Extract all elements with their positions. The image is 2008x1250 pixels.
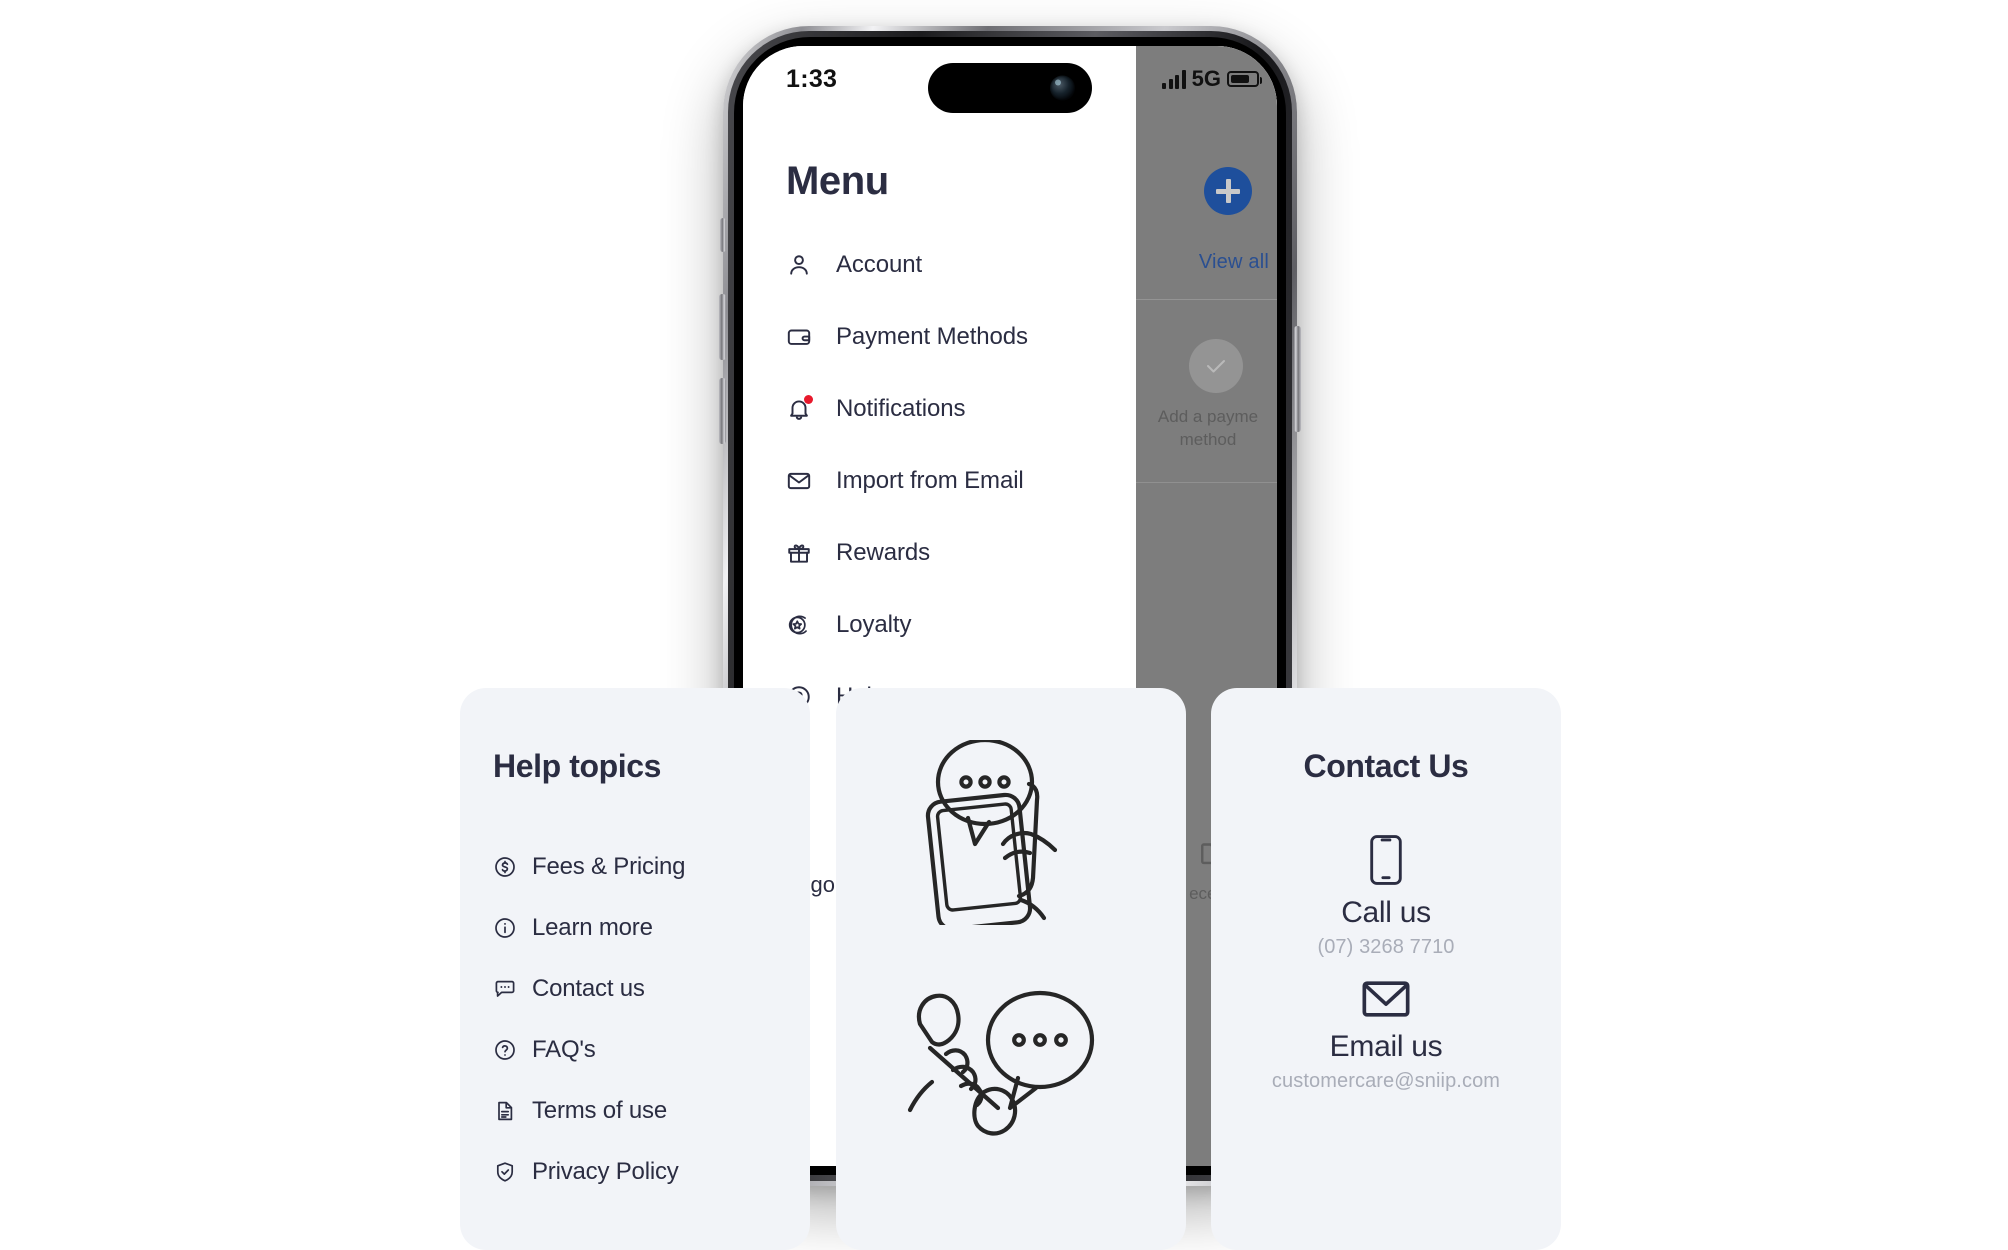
mobile-phone-icon xyxy=(1211,834,1561,886)
help-item-learn-more[interactable]: Learn more xyxy=(493,897,783,958)
battery-icon xyxy=(1227,71,1262,87)
info-circle-icon xyxy=(493,916,517,940)
illustration-card xyxy=(836,688,1186,1250)
screenshot-root: View all Add a paymemethod eceip xyxy=(0,0,2008,1250)
hand-holding-telephone-handset-with-speech-bubble-illustration xyxy=(836,978,1186,1153)
menu-item-label: Import from Email xyxy=(836,467,1024,494)
power-button[interactable] xyxy=(1294,326,1301,432)
volume-up-button[interactable] xyxy=(719,294,726,360)
menu-item-rewards[interactable]: Rewards xyxy=(786,517,1116,589)
menu-item-account[interactable]: Account xyxy=(786,229,1116,301)
menu-item-payment-methods[interactable]: Payment Methods xyxy=(786,301,1116,373)
divider xyxy=(1136,299,1277,300)
envelope-icon xyxy=(1211,978,1561,1020)
card-title: Help topics xyxy=(493,748,662,784)
chat-bubble-icon xyxy=(493,977,517,1001)
help-item-label: Fees & Pricing xyxy=(532,852,686,880)
gift-icon xyxy=(786,540,812,566)
help-topics-card: Help topics Fees & Pricing Learn more Co… xyxy=(460,688,810,1250)
wallet-icon xyxy=(786,324,812,350)
shield-check-icon xyxy=(493,1160,517,1184)
menu-item-label: Loyalty xyxy=(836,611,912,638)
menu-item-label: Notifications xyxy=(836,395,966,422)
question-circle-icon xyxy=(493,1038,517,1062)
check-circle-icon xyxy=(1189,339,1243,393)
menu-item-label: Payment Methods xyxy=(836,323,1028,350)
silent-switch[interactable] xyxy=(720,218,726,252)
envelope-icon xyxy=(786,468,812,494)
menu-item-label: Account xyxy=(836,251,923,278)
card-title: Contact Us xyxy=(1303,748,1469,784)
help-item-label: Privacy Policy xyxy=(532,1157,679,1185)
front-camera-icon xyxy=(1050,75,1075,101)
menu-item-import-from-email[interactable]: Import from Email xyxy=(786,445,1116,517)
dynamic-island xyxy=(928,63,1092,113)
menu-item-notifications[interactable]: Notifications xyxy=(786,373,1116,445)
help-item-contact-us[interactable]: Contact us xyxy=(493,958,783,1019)
help-item-label: Learn more xyxy=(532,913,653,941)
contact-us-card: Contact Us Call us (07) 3268 7710 Email … xyxy=(1211,688,1561,1250)
help-item-label: Contact us xyxy=(532,974,645,1002)
notification-badge xyxy=(804,395,813,404)
help-topics-list: Fees & Pricing Learn more Contact us FAQ… xyxy=(493,836,783,1202)
view-all-link[interactable]: View all xyxy=(1199,251,1269,274)
signal-bars-icon xyxy=(1162,69,1186,89)
user-icon xyxy=(786,252,812,278)
help-item-privacy-policy[interactable]: Privacy Policy xyxy=(493,1141,783,1202)
email-us-block[interactable]: Email us customercare@sniip.com xyxy=(1211,978,1561,1093)
page-title: Menu xyxy=(786,159,889,203)
help-item-label: FAQ's xyxy=(532,1035,596,1063)
bell-icon xyxy=(786,395,813,422)
menu-list: Account Payment Methods Notifications Im… xyxy=(786,229,1116,733)
document-icon xyxy=(493,1099,517,1123)
call-us-block[interactable]: Call us (07) 3268 7710 xyxy=(1211,834,1561,959)
help-item-label: Terms of use xyxy=(532,1096,667,1124)
help-item-fees-and-pricing[interactable]: Fees & Pricing xyxy=(493,836,783,897)
help-item-faqs[interactable]: FAQ's xyxy=(493,1019,783,1080)
dollar-circle-icon xyxy=(493,855,517,879)
status-bar-time: 1:33 xyxy=(786,65,838,93)
menu-item-loyalty[interactable]: Loyalty xyxy=(786,589,1116,661)
help-item-terms-of-use[interactable]: Terms of use xyxy=(493,1080,783,1141)
hand-holding-phone-with-speech-bubble-illustration xyxy=(836,740,1186,925)
menu-item-label: Rewards xyxy=(836,539,930,566)
add-button[interactable] xyxy=(1204,167,1252,215)
add-payment-method-label[interactable]: Add a payme method xyxy=(1133,406,1277,452)
email-address: customercare@sniip.com xyxy=(1271,1070,1501,1092)
loyalty-star-coin-icon xyxy=(786,612,812,638)
phone-number: (07) 3268 7710 xyxy=(1317,936,1455,958)
email-us-label: Email us xyxy=(1329,1030,1443,1063)
status-bar-indicators: 5G xyxy=(1162,66,1262,92)
call-us-label: Call us xyxy=(1341,896,1431,929)
volume-down-button[interactable] xyxy=(719,378,726,444)
divider xyxy=(1136,482,1277,483)
network-type-label: 5G xyxy=(1191,66,1221,91)
